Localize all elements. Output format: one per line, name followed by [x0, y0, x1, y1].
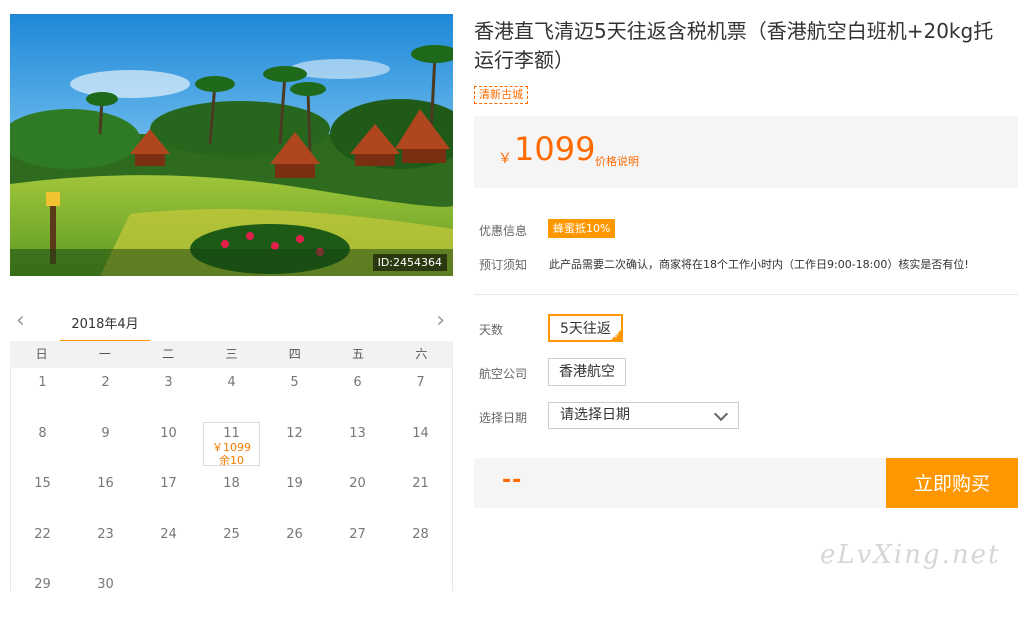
chevron-left-icon[interactable]: ‹ [16, 308, 25, 333]
product-photo: ID:2454364 [10, 14, 453, 276]
notice-text: 此产品需要二次确认，商家将在18个工作小时内（工作日9:00-18:00）核实是… [549, 258, 969, 271]
calendar-day: 17 [160, 476, 177, 491]
chevron-right-icon[interactable]: › [436, 308, 445, 333]
calendar-day: 12 [286, 425, 303, 441]
calendar-day: 28 [412, 526, 429, 542]
calendar-day: 5 [290, 375, 299, 390]
calendar-day: 3 [164, 375, 173, 390]
price-panel: ￥ 1099 价格说明 [474, 116, 1018, 188]
airline-option-label: 香港航空 [559, 364, 615, 380]
days-option-selected[interactable]: 5天往返 ✓ [548, 314, 623, 342]
calendar-day: 27 [349, 526, 366, 542]
calendar-grid: 1 2 3 4 5 6 7 8 9 10 11 ￥1099 余10 12 13 … [10, 368, 453, 592]
airline-label: 航空公司 [479, 367, 528, 381]
price-calendar: ‹ 2018年4月 › 日 一 二 三 四 五 六 1 2 3 4 5 6 7 … [10, 300, 453, 592]
date-select-value: 请选择日期 [560, 407, 630, 423]
weekday-label: 六 [415, 347, 428, 361]
buy-now-button[interactable]: 立即购买 [886, 458, 1018, 508]
price-description-link[interactable]: 价格说明 [595, 153, 639, 169]
calendar-day: 26 [286, 526, 303, 542]
calendar-day: 6 [353, 375, 362, 390]
weekday-label: 日 [35, 347, 48, 361]
discount-label: 优惠信息 [479, 224, 528, 238]
calendar-day: 2 [101, 375, 110, 390]
product-image [10, 14, 453, 276]
calendar-day: 21 [412, 476, 429, 491]
weekday-label: 五 [352, 347, 365, 361]
calendar-day-available[interactable]: 11 ￥1099 余10 [203, 421, 260, 467]
check-icon: ✓ [614, 332, 620, 340]
notice-label: 预订须知 [479, 258, 528, 272]
price-currency: ￥ [498, 151, 512, 167]
calendar-day: 20 [349, 476, 366, 491]
image-id-label: ID:2454364 [372, 254, 447, 271]
weekday-label: 一 [98, 347, 111, 361]
date-select[interactable]: 请选择日期 [548, 402, 739, 429]
calendar-day: 19 [286, 476, 303, 491]
calendar-day: 13 [349, 425, 366, 441]
days-option-label: 5天往返 [560, 321, 611, 337]
calendar-day: 18 [223, 476, 240, 491]
calendar-day: 29 [34, 577, 51, 592]
calendar-day: 8 [38, 425, 47, 441]
calendar-day: 9 [101, 425, 110, 441]
price-amount: 1099 [514, 130, 596, 168]
calendar-weekdays: 日 一 二 三 四 五 六 [10, 341, 453, 368]
day-remaining: 余10 [219, 453, 244, 467]
calendar-day: 22 [34, 526, 51, 542]
calendar-day: 7 [416, 375, 425, 390]
calendar-month-tab[interactable]: 2018年4月 [60, 313, 150, 343]
calendar-day: 1 [38, 375, 47, 390]
airline-option[interactable]: 香港航空 [548, 358, 626, 386]
calendar-day: 25 [223, 526, 240, 542]
total-price: -- [502, 468, 523, 493]
weekday-label: 四 [288, 347, 301, 361]
calendar-day: 24 [160, 526, 177, 542]
calendar-day: 10 [160, 425, 177, 441]
day-number: 11 [223, 425, 240, 441]
days-label: 天数 [479, 323, 504, 337]
chevron-down-icon [713, 406, 729, 422]
product-tag[interactable]: 清新古城 [474, 86, 528, 104]
product-title: 香港直飞清迈5天往返含税机票（香港航空白班机+20kg托运行李额） [474, 19, 994, 72]
calendar-day: 30 [97, 577, 114, 592]
calendar-day: 4 [227, 375, 236, 390]
weekday-label: 二 [162, 347, 175, 361]
divider [474, 294, 1018, 295]
calendar-header: ‹ 2018年4月 › [10, 300, 453, 343]
date-label: 选择日期 [479, 411, 528, 425]
weekday-label: 三 [225, 347, 238, 361]
discount-badge: 蜂蜜抵10% [548, 219, 616, 238]
calendar-day: 16 [97, 476, 114, 491]
watermark: eLvXing.net [820, 540, 1001, 570]
calendar-day: 14 [412, 425, 429, 441]
calendar-day: 15 [34, 476, 51, 491]
day-price: ￥1099 [212, 440, 251, 454]
calendar-day: 23 [97, 526, 114, 542]
